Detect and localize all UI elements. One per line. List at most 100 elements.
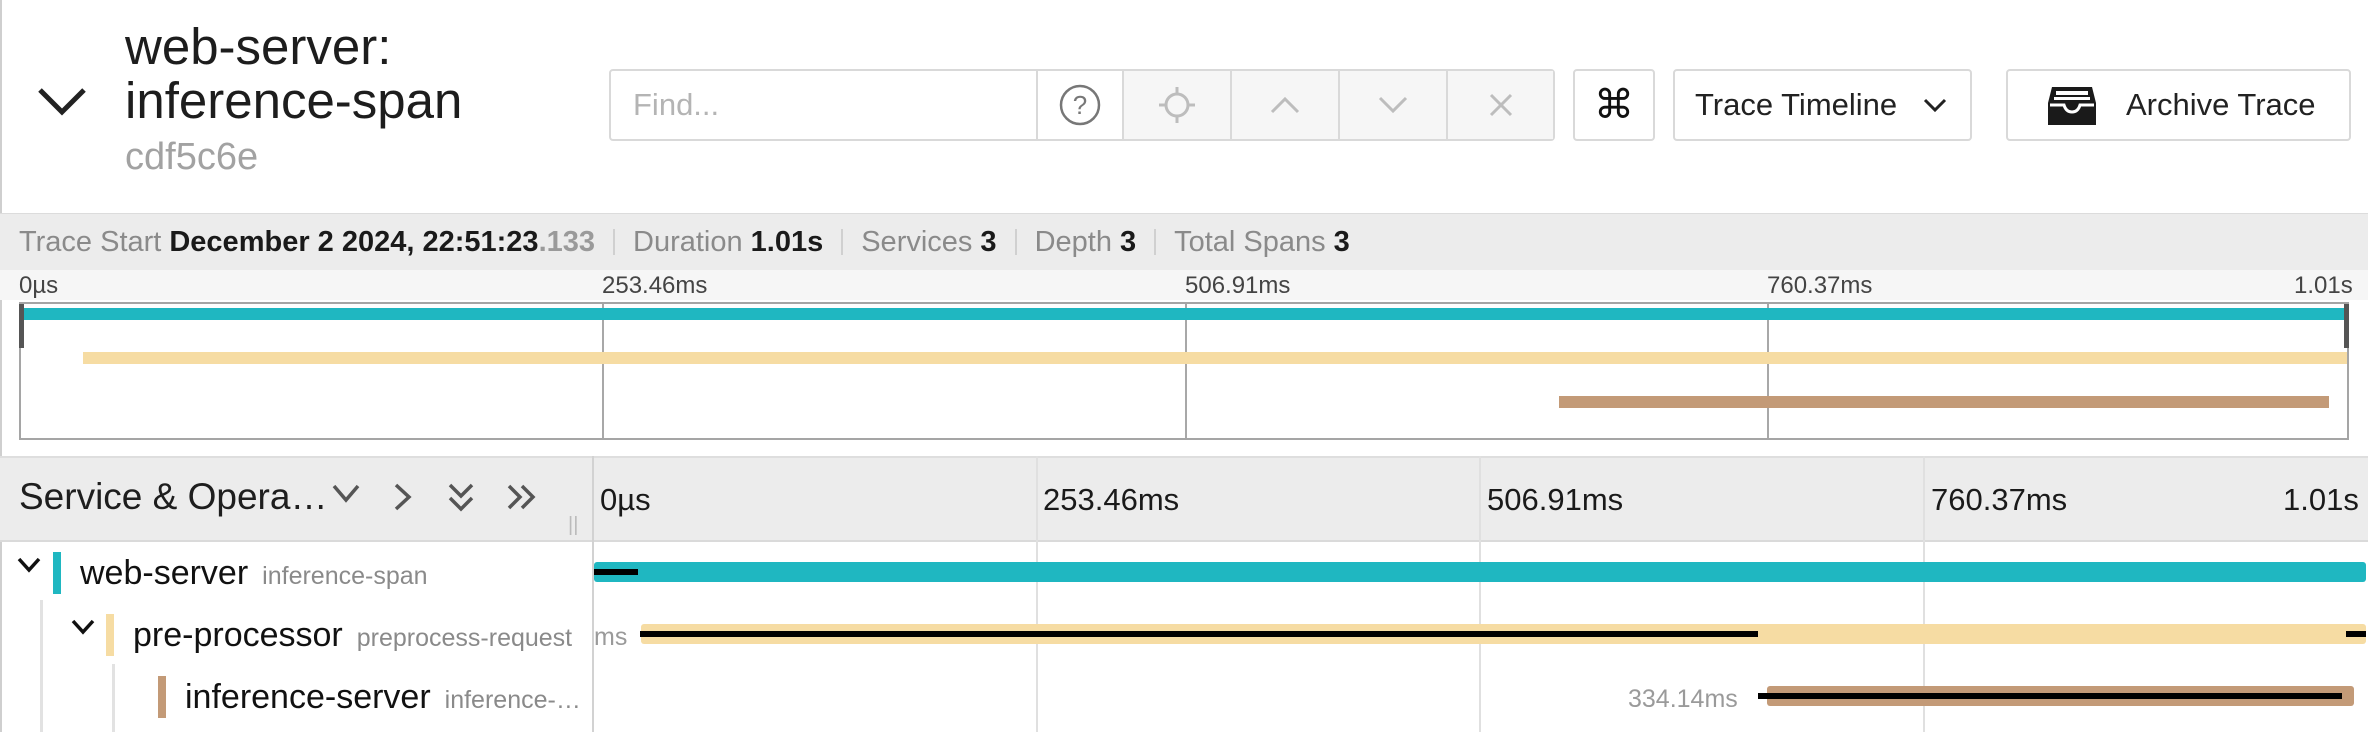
- service-color-tag: [106, 614, 114, 656]
- archive-trace-label: Archive Trace: [2126, 87, 2316, 122]
- chevron-down-icon: [1923, 98, 1947, 113]
- trace-summary: Trace Start December 2 2024, 22:51:23.13…: [0, 213, 2368, 270]
- service-color-tag: [53, 552, 61, 594]
- left-border: [0, 0, 2, 732]
- row-toggle-web-server[interactable]: [16, 556, 42, 579]
- archive-trace-button[interactable]: Archive Trace: [2006, 69, 2351, 141]
- span-name-inference-server[interactable]: inference-server inference-…: [185, 678, 581, 717]
- minimap-tick: 253.46ms: [602, 272, 708, 299]
- divider: [613, 229, 616, 255]
- minimap-ticks: 0µs 253.46ms 506.91ms 760.37ms 1.01s: [0, 270, 2368, 300]
- minimap-gridline: [602, 304, 604, 438]
- chevron-up-icon: [1271, 96, 1300, 114]
- divider: [841, 229, 844, 255]
- expand-all-button[interactable]: [506, 482, 538, 517]
- double-chevron-down-icon: [448, 483, 474, 512]
- timeline-tick: 1.01s: [2283, 482, 2359, 517]
- help-icon: ?: [1059, 84, 1101, 126]
- timeline-tick: 0µs: [600, 482, 651, 517]
- service-name: inference-server: [185, 678, 431, 716]
- span-self-time: [2346, 631, 2366, 637]
- help-button[interactable]: ?: [1036, 71, 1122, 139]
- minimap-tick: 760.37ms: [1767, 272, 1873, 299]
- service-name: web-server: [80, 554, 249, 592]
- minimap-tick: 1.01s: [2294, 272, 2353, 299]
- command-icon: ⌘: [1594, 83, 1634, 127]
- total-spans-value: 3: [1333, 225, 1350, 258]
- view-select-label: Trace Timeline: [1695, 87, 1898, 122]
- find-input[interactable]: [611, 71, 1036, 139]
- collapse-one-button[interactable]: [330, 482, 362, 511]
- divider: [1154, 229, 1157, 255]
- svg-text:?: ?: [1073, 90, 1087, 120]
- keyboard-shortcuts-button[interactable]: ⌘: [1573, 69, 1655, 141]
- operation-name: preprocess-request: [356, 624, 573, 652]
- span-duration-label: 334.14ms: [1628, 685, 1738, 713]
- minimap-span-bar: [83, 352, 2347, 364]
- column-resize-handle[interactable]: ||: [568, 514, 578, 537]
- chevron-right-icon: [394, 483, 412, 511]
- services-value: 3: [980, 225, 997, 258]
- minimap-span-bar: [1559, 396, 2329, 408]
- divider: [1014, 229, 1017, 255]
- collapse-header-chevron-icon[interactable]: [34, 82, 90, 122]
- minimap-gridline: [1767, 304, 1769, 438]
- span-duration-label: ms: [594, 623, 628, 651]
- next-match-button[interactable]: [1338, 71, 1447, 139]
- span-name-web-server[interactable]: web-server inference-span: [80, 554, 428, 593]
- trace-start-label: Trace Start: [19, 225, 162, 258]
- minimap-right-handle[interactable]: [2344, 304, 2349, 348]
- minimap-span-bar: [21, 308, 2347, 320]
- trace-start-ms: .133: [538, 225, 596, 258]
- timeline-tick: 506.91ms: [1487, 482, 1624, 517]
- span-self-time: [594, 569, 638, 575]
- locate-button[interactable]: [1122, 71, 1231, 139]
- timeline-gridline: [1479, 456, 1481, 732]
- services-label: Services: [861, 225, 973, 258]
- timeline-tick: 253.46ms: [1043, 482, 1180, 517]
- service-operation-header: Service & Opera…: [19, 476, 328, 517]
- column-divider: [592, 456, 594, 732]
- close-icon: [1489, 93, 1512, 117]
- chevron-down-icon: [332, 484, 360, 503]
- prev-match-button[interactable]: [1230, 71, 1339, 139]
- depth-value: 3: [1119, 225, 1137, 258]
- double-chevron-right-icon: [507, 484, 536, 510]
- span-self-time: [1758, 693, 2342, 699]
- depth-label: Depth: [1034, 225, 1112, 258]
- span-self-time: [640, 631, 1758, 637]
- operation-name: inference-…: [444, 686, 581, 714]
- minimap-tick: 506.91ms: [1185, 272, 1291, 299]
- minimap-tick: 0µs: [19, 272, 59, 299]
- minimap-gridline: [1185, 304, 1187, 438]
- collapse-all-button[interactable]: [446, 482, 476, 519]
- archive-icon: [2048, 87, 2096, 125]
- expand-one-button[interactable]: [392, 482, 414, 517]
- timeline-tick: 760.37ms: [1931, 482, 2068, 517]
- row-toggle-pre-processor[interactable]: [70, 618, 96, 641]
- span-bar-web-server[interactable]: [594, 562, 2366, 582]
- timeline-gridline: [1036, 456, 1038, 732]
- service-color-tag: [158, 676, 166, 718]
- trace-title-service: web-server:: [125, 18, 392, 75]
- chevron-down-icon: [17, 557, 41, 573]
- trace-title-operation: inference-span: [125, 72, 463, 129]
- operation-name: inference-span: [262, 562, 428, 590]
- clear-find-button[interactable]: [1446, 71, 1553, 139]
- service-name: pre-processor: [133, 616, 343, 654]
- chevron-down-icon: [71, 619, 95, 635]
- trace-minimap[interactable]: [19, 302, 2349, 440]
- chevron-down-icon: [1379, 96, 1408, 114]
- minimap-left-handle[interactable]: [19, 304, 24, 348]
- total-spans-label: Total Spans: [1174, 225, 1326, 258]
- span-name-pre-processor[interactable]: pre-processor preprocess-request: [133, 616, 572, 655]
- tree-guide: [112, 664, 115, 732]
- trace-start-value: December 2 2024, 22:51:23: [169, 225, 539, 258]
- duration-value: 1.01s: [750, 225, 824, 258]
- crosshair-icon: [1159, 87, 1196, 123]
- trace-id: cdf5c6e: [125, 136, 259, 178]
- trace-title: web-server: inference-span: [125, 20, 462, 128]
- view-select[interactable]: Trace Timeline: [1673, 69, 1972, 141]
- tree-guide: [40, 600, 43, 732]
- find-box: ?: [609, 69, 1555, 141]
